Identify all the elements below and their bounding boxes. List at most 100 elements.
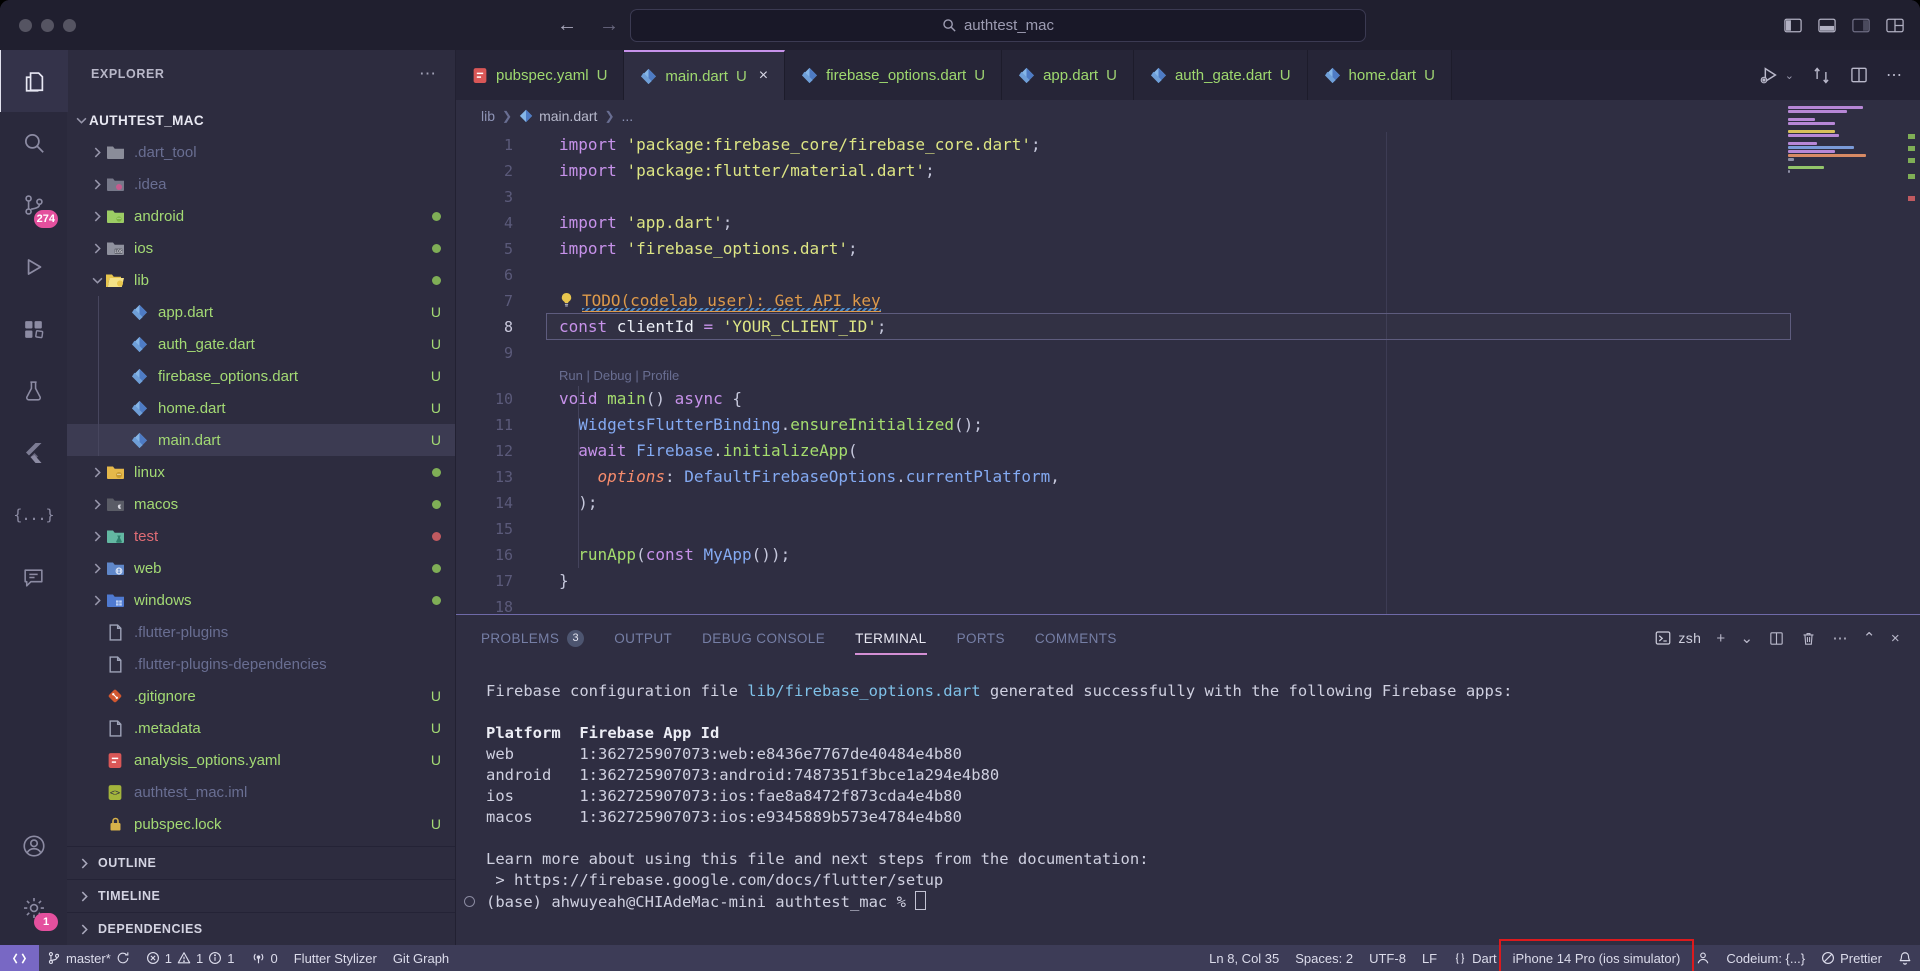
section-dependencies[interactable]: DEPENDENCIES: [67, 912, 455, 945]
minimize-window-button[interactable]: [41, 19, 54, 32]
more-actions-icon[interactable]: ⋯: [1886, 65, 1902, 85]
toggle-primary-sidebar-icon[interactable]: [1784, 18, 1802, 33]
chevron-down-icon[interactable]: [89, 275, 105, 286]
terminal[interactable]: Firebase configuration file lib/firebase…: [456, 661, 1920, 945]
code-line-2[interactable]: 2import 'package:flutter/material.dart';: [456, 158, 1920, 184]
new-terminal-icon[interactable]: +: [1716, 630, 1725, 647]
tab-pubspec-yaml[interactable]: pubspec.yamlU: [456, 50, 624, 100]
panel-tab-ports[interactable]: PORTS: [957, 615, 1005, 661]
tab-auth_gate-dart[interactable]: auth_gate.dartU: [1134, 50, 1308, 100]
code-line-4[interactable]: 4import 'app.dart';: [456, 210, 1920, 236]
status-indentation[interactable]: Spaces: 2: [1287, 945, 1361, 971]
synchronize-changes-icon[interactable]: [1811, 65, 1832, 86]
activity-snippets-icon[interactable]: {...}: [0, 484, 67, 546]
tab-app-dart[interactable]: app.dartU: [1002, 50, 1134, 100]
explorer-more-actions-icon[interactable]: ⋯: [419, 64, 437, 84]
code-line-12[interactable]: 12 await Firebase.initializeApp(: [456, 438, 1920, 464]
tab-main-dart[interactable]: main.dartU×: [624, 50, 785, 100]
tree-item--flutter-plugins[interactable]: .flutter-plugins: [67, 616, 455, 648]
tree-item-auth-gate-dart[interactable]: auth_gate.dartU: [67, 328, 455, 360]
tree-item-firebase-options-dart[interactable]: firebase_options.dartU: [67, 360, 455, 392]
chevron-right-icon[interactable]: [89, 211, 105, 222]
chevron-down-icon[interactable]: ⌄: [1785, 69, 1794, 82]
status-cursor-position[interactable]: Ln 8, Col 35: [1201, 945, 1287, 971]
status-device-selector[interactable]: iPhone 14 Pro (ios simulator): [1505, 945, 1689, 971]
activity-accounts-icon[interactable]: [0, 815, 67, 877]
kill-terminal-icon[interactable]: [1800, 630, 1817, 647]
tree-item-main-dart[interactable]: main.dartU: [67, 424, 455, 456]
status-remote-indicator[interactable]: [0, 945, 39, 971]
command-decoration-icon[interactable]: [464, 896, 475, 907]
chevron-right-icon[interactable]: [89, 563, 105, 574]
activity-flutter-icon[interactable]: [0, 422, 67, 484]
split-terminal-icon[interactable]: [1768, 630, 1785, 647]
tree-item-ios[interactable]: iOSios: [67, 232, 455, 264]
tree-item-windows[interactable]: windows: [67, 584, 455, 616]
code-line-7[interactable]: 7TODO(codelab user): Get API key: [456, 288, 1920, 314]
terminal-file-link[interactable]: lib/firebase_options.dart: [747, 682, 980, 700]
status-ports[interactable]: 0: [243, 945, 286, 971]
code-line-13[interactable]: 13 options: DefaultFirebaseOptions.curre…: [456, 464, 1920, 490]
close-tab-icon[interactable]: ×: [759, 67, 768, 85]
tree-item-macos[interactable]: macos: [67, 488, 455, 520]
chevron-down-icon[interactable]: ⌄: [1740, 629, 1753, 647]
tree-item--idea[interactable]: .idea: [67, 168, 455, 200]
maximize-panel-icon[interactable]: ⌃: [1863, 629, 1876, 647]
chevron-right-icon[interactable]: [89, 531, 105, 542]
code-line-15[interactable]: 15: [456, 516, 1920, 542]
customize-layout-icon[interactable]: [1886, 18, 1904, 33]
chevron-right-icon[interactable]: [89, 467, 105, 478]
status-git-graph[interactable]: Git Graph: [385, 945, 457, 971]
run-or-debug-icon[interactable]: [1758, 64, 1780, 86]
panel-tab-debug-console[interactable]: DEBUG CONSOLE: [702, 615, 825, 661]
breadcrumb-more[interactable]: ...: [622, 108, 634, 124]
close-window-button[interactable]: [19, 19, 32, 32]
code-line-14[interactable]: 14 );: [456, 490, 1920, 516]
tree-item--gitignore[interactable]: .gitignoreU: [67, 680, 455, 712]
codelens-run-debug-profile[interactable]: Run | Debug | Profile: [456, 366, 1920, 386]
section-timeline[interactable]: TIMELINE: [67, 879, 455, 912]
panel-tab-output[interactable]: OUTPUT: [614, 615, 672, 661]
tree-item-web[interactable]: web: [67, 552, 455, 584]
activity-testing-icon[interactable]: [0, 360, 67, 422]
status-problems[interactable]: 111: [138, 945, 243, 971]
breadcrumb-file[interactable]: main.dart: [539, 108, 597, 124]
code-editor[interactable]: 1import 'package:firebase_core/firebase_…: [456, 132, 1920, 614]
status-flutter-stylizer[interactable]: Flutter Stylizer: [286, 945, 385, 971]
tab-home-dart[interactable]: home.dartU: [1308, 50, 1452, 100]
tree-item-home-dart[interactable]: home.dartU: [67, 392, 455, 424]
activity-run-debug-icon[interactable]: [0, 236, 67, 298]
close-panel-icon[interactable]: ×: [1891, 630, 1900, 647]
chevron-right-icon[interactable]: [89, 243, 105, 254]
shell-selector[interactable]: zsh: [1654, 629, 1701, 647]
section-outline[interactable]: OUTLINE: [67, 846, 455, 879]
breadcrumb-folder[interactable]: lib: [481, 108, 495, 124]
activity-search-icon[interactable]: [0, 112, 67, 174]
status-codeium[interactable]: Codeium: {...}: [1718, 945, 1813, 971]
minimap[interactable]: [1788, 106, 1892, 178]
tree-item-app-dart[interactable]: app.dartU: [67, 296, 455, 328]
code-line-3[interactable]: 3: [456, 184, 1920, 210]
panel-tab-comments[interactable]: COMMENTS: [1035, 615, 1117, 661]
panel-tab-terminal[interactable]: TERMINAL: [855, 615, 926, 661]
status-notifications[interactable]: [1890, 945, 1920, 971]
split-editor-icon[interactable]: [1849, 65, 1869, 85]
activity-source-control-icon[interactable]: 274: [0, 174, 67, 236]
status-accounts[interactable]: [1688, 945, 1718, 971]
code-line-18[interactable]: 18: [456, 594, 1920, 614]
zoom-window-button[interactable]: [63, 19, 76, 32]
breadcrumb[interactable]: lib ❯ main.dart ❯ ...: [456, 100, 1920, 132]
chevron-right-icon[interactable]: [89, 147, 105, 158]
status-language-mode[interactable]: Dart: [1445, 945, 1505, 971]
tree-root-item[interactable]: AUTHTEST_MAC: [67, 104, 455, 136]
lightbulb-icon[interactable]: [559, 292, 574, 308]
tree-item-analysis-options-yaml[interactable]: analysis_options.yamlU: [67, 744, 455, 776]
tree-item--metadata[interactable]: .metadataU: [67, 712, 455, 744]
back-icon[interactable]: ←: [557, 14, 577, 37]
chevron-right-icon[interactable]: [89, 499, 105, 510]
status-eol[interactable]: LF: [1414, 945, 1445, 971]
chevron-right-icon[interactable]: [89, 595, 105, 606]
code-line-17[interactable]: 17}: [456, 568, 1920, 594]
tree-item-lib[interactable]: lib: [67, 264, 455, 296]
code-line-16[interactable]: 16 runApp(const MyApp());: [456, 542, 1920, 568]
